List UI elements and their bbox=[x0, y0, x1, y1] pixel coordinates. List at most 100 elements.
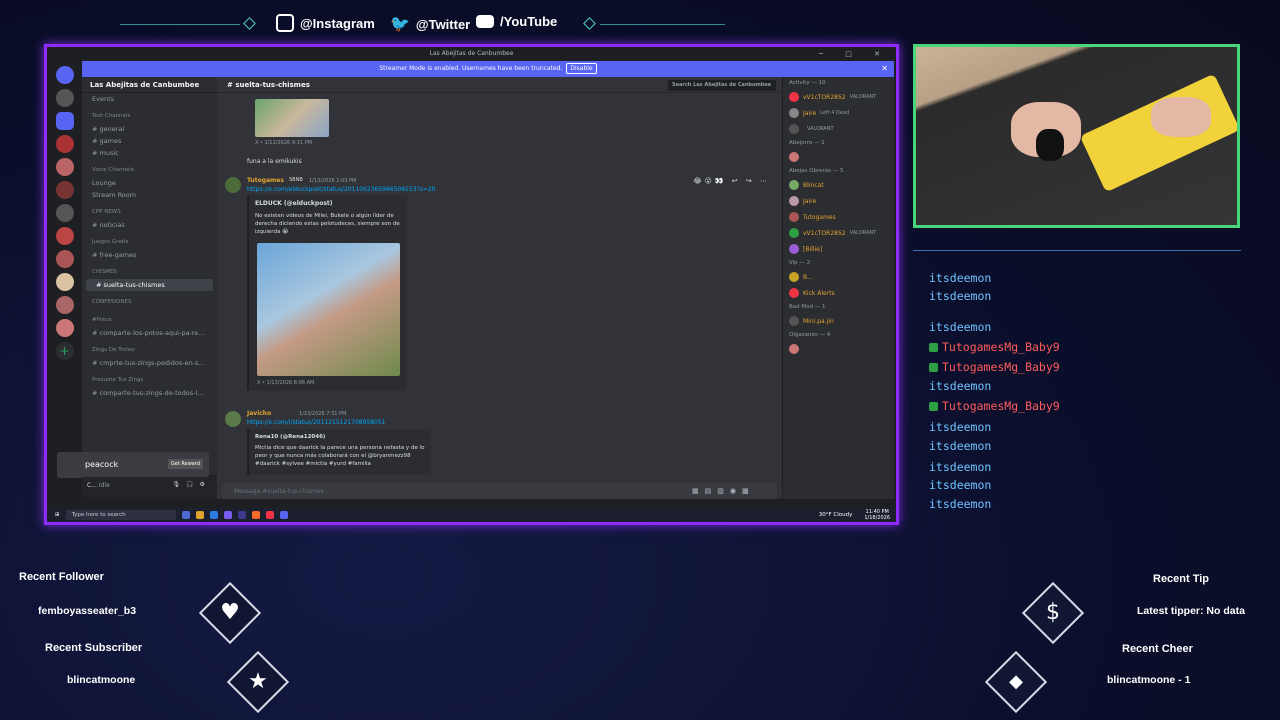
app-icon[interactable] bbox=[237, 511, 246, 519]
channel-category[interactable]: Voice Channels bbox=[82, 165, 217, 177]
chat-username[interactable]: itsdeemon bbox=[929, 439, 991, 453]
app-icon[interactable] bbox=[195, 511, 204, 519]
channel-category[interactable]: Text Channels bbox=[82, 111, 217, 123]
app-icon[interactable] bbox=[279, 511, 288, 519]
server-icon[interactable] bbox=[55, 89, 74, 107]
channel-category[interactable]: Presume Tus Zings bbox=[82, 375, 217, 387]
channel-item[interactable]: # music bbox=[82, 147, 217, 159]
app-icon[interactable] bbox=[209, 511, 218, 519]
get-reward-button[interactable]: Get Reward bbox=[167, 459, 203, 469]
channel-category[interactable]: CONFESIONES bbox=[82, 297, 217, 309]
app-icon[interactable] bbox=[223, 511, 232, 519]
chat-username[interactable]: TutogamesMg_Baby9 bbox=[942, 399, 1060, 413]
channel-item[interactable]: # comparte-tus-zings-de-todos-l... bbox=[82, 387, 217, 399]
message-link[interactable]: https://x.com/i/status/20112151217089580… bbox=[247, 419, 385, 426]
member-item[interactable]: [Billie] bbox=[783, 241, 894, 257]
input-tools-icon[interactable]: ▦▤▥◉▩ bbox=[692, 487, 755, 495]
channel-item[interactable]: Stream Room bbox=[82, 189, 217, 201]
server-icon[interactable] bbox=[55, 227, 74, 245]
member-item[interactable]: Kick Alerts bbox=[783, 285, 894, 301]
server-name[interactable]: Las Abejitas de Canbumbee bbox=[82, 77, 217, 93]
member-item[interactable]: vV1cTOR2852 VALORANT bbox=[783, 89, 894, 105]
member-item[interactable]: Mini.pa.jin bbox=[783, 313, 894, 329]
chat-username[interactable]: itsdeemon bbox=[929, 289, 991, 303]
message-author[interactable]: Javicho bbox=[247, 410, 271, 417]
embed-author[interactable]: ELDUCK (@elduckpost) bbox=[255, 200, 333, 207]
youtube-link[interactable]: /YouTube bbox=[476, 14, 557, 29]
message-link[interactable]: https://x.com/elduckpost/status/20110623… bbox=[247, 186, 435, 193]
server-icon[interactable] bbox=[55, 135, 74, 153]
member-item[interactable] bbox=[783, 149, 894, 165]
member-item[interactable]: vV1cTOR2852 VALORANT bbox=[783, 225, 894, 241]
server-icon[interactable] bbox=[55, 319, 74, 337]
server-icon[interactable] bbox=[55, 181, 74, 199]
app-icon[interactable] bbox=[265, 511, 274, 519]
instagram-link[interactable]: @Instagram bbox=[276, 14, 375, 32]
search-input[interactable]: Search Las Abejitas de Canbumbee bbox=[668, 80, 776, 91]
chat-username[interactable]: TutogamesMg_Baby9 bbox=[942, 340, 1060, 354]
chat-message: TutogamesMg_Baby9 bbox=[929, 399, 1060, 413]
chat-username[interactable]: itsdeemon bbox=[929, 460, 991, 474]
embed-timestamp: X • 1/12/2026 9:31 PM bbox=[255, 140, 312, 146]
channel-item[interactable]: Events bbox=[82, 93, 217, 105]
message-author[interactable]: Tutogames bbox=[247, 177, 284, 184]
twitter-link[interactable]: 🐦 @Twitter bbox=[390, 14, 470, 34]
chat-username[interactable]: TutogamesMg_Baby9 bbox=[942, 360, 1060, 374]
channel-item[interactable]: # suelta-tus-chismes bbox=[86, 279, 213, 291]
server-icon[interactable] bbox=[55, 204, 74, 222]
chat-username[interactable]: itsdeemon bbox=[929, 271, 991, 285]
channel-item[interactable]: # games bbox=[82, 135, 217, 147]
embed-author[interactable]: Rena10 (@Rena12046) bbox=[255, 434, 325, 440]
member-item[interactable]: Jaire Left 4 Dead bbox=[783, 105, 894, 121]
channel-item[interactable]: # general bbox=[82, 123, 217, 135]
username[interactable]: C... bbox=[87, 482, 97, 489]
server-icon[interactable] bbox=[55, 273, 74, 291]
channel-category[interactable]: CPP NEWS bbox=[82, 207, 217, 219]
channel-item[interactable]: # free-games bbox=[82, 249, 217, 261]
channel-item[interactable]: # noticias bbox=[82, 219, 217, 231]
channel-category[interactable]: Juegos Gratis bbox=[82, 237, 217, 249]
embed-image[interactable] bbox=[257, 243, 400, 376]
taskbar-search[interactable]: Type here to search bbox=[65, 510, 176, 520]
peacock-promo[interactable]: peacock Get Reward bbox=[57, 452, 209, 478]
member-item[interactable]: VALORANT bbox=[783, 121, 894, 137]
taskbar-clock[interactable]: 11:40 PM 1/18/2026 bbox=[864, 509, 890, 521]
member-item[interactable]: Blincat bbox=[783, 177, 894, 193]
chat-username[interactable]: itsdeemon bbox=[929, 320, 991, 334]
avatar[interactable] bbox=[225, 177, 241, 193]
server-icon[interactable] bbox=[55, 250, 74, 268]
windows-start-icon[interactable]: ⊞ bbox=[55, 512, 60, 518]
add-server-icon[interactable]: + bbox=[55, 342, 74, 360]
member-item[interactable]: B... bbox=[783, 269, 894, 285]
server-icon[interactable] bbox=[55, 158, 74, 176]
hand-image bbox=[1151, 97, 1211, 137]
disable-button[interactable]: Disable bbox=[566, 63, 597, 74]
message-actions[interactable]: 😂😮👀 ↩ ↪ ⋯ bbox=[693, 177, 770, 185]
channel-item[interactable]: # cmprte-tus-zings-pedidos-en-s... bbox=[82, 357, 217, 369]
chat-message: itsdeemon bbox=[929, 320, 991, 334]
channel-category[interactable]: Zings De Troleo bbox=[82, 345, 217, 357]
member-item[interactable]: Tutogames bbox=[783, 209, 894, 225]
member-group-header: Vip — 2 bbox=[789, 260, 811, 266]
weather-widget[interactable]: 30°F Cloudy bbox=[819, 512, 853, 518]
chat-username[interactable]: itsdeemon bbox=[929, 379, 991, 393]
channel-category[interactable]: #Potos bbox=[82, 315, 217, 327]
server-icon[interactable] bbox=[55, 296, 74, 314]
voice-controls-icon[interactable]: 🎙🎧⚙ bbox=[173, 481, 211, 488]
close-icon[interactable]: ✕ bbox=[881, 61, 888, 77]
embed-image[interactable] bbox=[255, 99, 329, 137]
channel-item[interactable]: Lounge bbox=[82, 177, 217, 189]
channel-item[interactable]: # comparte-los-potos-aqui-pa-re... bbox=[82, 327, 217, 339]
avatar[interactable] bbox=[225, 411, 241, 427]
discord-home-icon[interactable] bbox=[55, 66, 74, 84]
app-icon[interactable] bbox=[251, 511, 260, 519]
channel-category[interactable]: CHISMES bbox=[82, 267, 217, 279]
chat-username[interactable]: itsdeemon bbox=[929, 420, 991, 434]
member-item[interactable]: Jaire bbox=[783, 193, 894, 209]
server-icon[interactable] bbox=[55, 112, 74, 130]
window-controls[interactable]: ─ □ ✕ bbox=[819, 47, 890, 61]
chat-username[interactable]: itsdeemon bbox=[929, 497, 991, 511]
chat-username[interactable]: itsdeemon bbox=[929, 478, 991, 492]
app-icon[interactable] bbox=[181, 511, 190, 519]
member-item[interactable] bbox=[783, 341, 894, 357]
